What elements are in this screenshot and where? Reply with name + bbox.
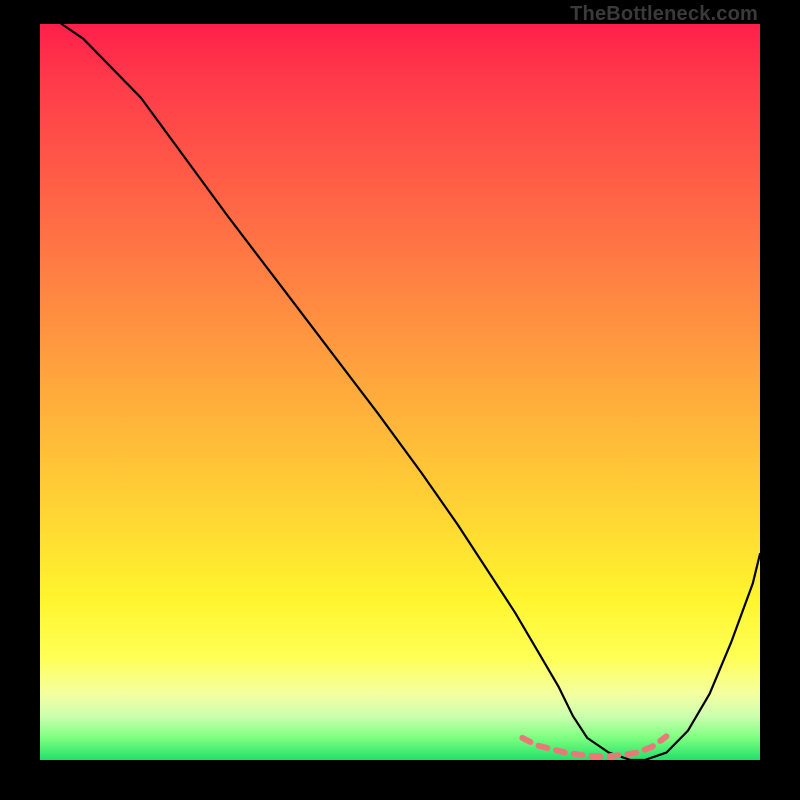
plot-area — [40, 24, 760, 760]
chart-frame: TheBottleneck.com — [0, 0, 800, 800]
chart-svg — [40, 24, 760, 760]
bottleneck-curve — [62, 24, 760, 760]
watermark-text: TheBottleneck.com — [570, 3, 758, 26]
valley-dashed-segment — [522, 736, 666, 756]
